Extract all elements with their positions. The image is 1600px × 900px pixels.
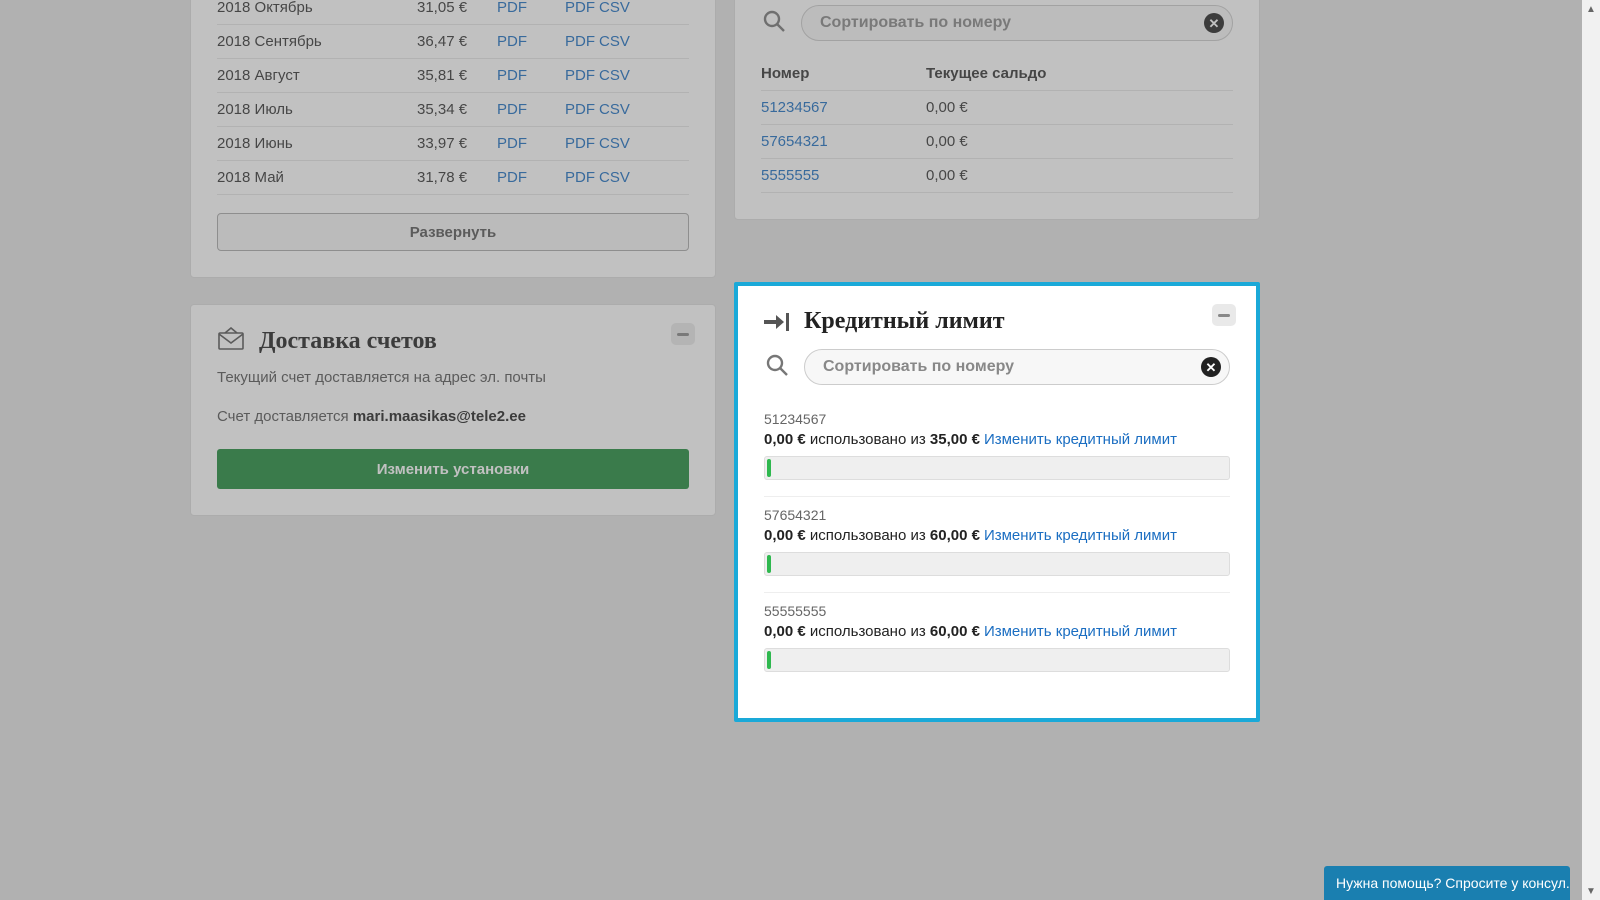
invoice-period: 2018 Август [217, 59, 417, 93]
invoice-csv-link[interactable]: CSV [599, 33, 630, 50]
expand-invoices-button[interactable]: Развернуть [217, 213, 689, 251]
invoice-amount: 33,97 € [417, 127, 497, 161]
delivery-line1: Текущий счет доставляется на адрес эл. п… [217, 369, 689, 386]
invoice-row: 2018 Июль35,34 €PDFPDFCSV [217, 93, 689, 127]
delivery-title: Доставка счетов [259, 328, 437, 355]
credit-limit-item: 51234567 0,00 € использовано из 35,00 €Из… [764, 401, 1230, 497]
invoice-pdf2-link[interactable]: PDF [565, 67, 595, 84]
invoice-csv-link[interactable]: CSV [599, 101, 630, 118]
invoice-csv-link[interactable]: CSV [599, 0, 630, 16]
balance-card: ✕ Номер Текущее сальдо 512345670,00 €576… [734, 0, 1260, 220]
balance-row: 51234567 0,00 € [761, 91, 1233, 125]
balance-col-balance: Текущее сальдо [926, 57, 1233, 91]
scroll-up-icon[interactable]: ▲ [1582, 0, 1600, 18]
invoice-pdf2-link[interactable]: PDF [565, 135, 595, 152]
invoice-pdf2-link[interactable]: PDF [565, 33, 595, 50]
invoice-row: 2018 Октябрь31,05 €PDFPDFCSV [217, 0, 689, 25]
change-credit-link[interactable]: Изменить кредитный лимит [984, 623, 1177, 640]
invoice-period: 2018 Май [217, 161, 417, 195]
invoice-pdf-link[interactable]: PDF [497, 101, 527, 118]
invoices-table: 2018 Октябрь31,05 €PDFPDFCSV2018 Сентябр… [217, 0, 689, 195]
invoice-amount: 31,78 € [417, 161, 497, 195]
balance-value: 0,00 € [926, 125, 1233, 159]
invoice-csv-link[interactable]: CSV [599, 135, 630, 152]
balance-col-number: Номер [761, 57, 926, 91]
balance-search-input[interactable] [820, 14, 1192, 32]
invoice-pdf-link[interactable]: PDF [497, 135, 527, 152]
envelope-icon [217, 327, 245, 355]
credit-number: 55555555 [764, 603, 1230, 619]
balance-table: Номер Текущее сальдо 512345670,00 €57654… [761, 57, 1233, 193]
invoice-pdf-link[interactable]: PDF [497, 0, 527, 16]
credit-limit-item: 57654321 0,00 € использовано из 60,00 €Из… [764, 497, 1230, 593]
change-delivery-button[interactable]: Изменить установки [217, 449, 689, 489]
change-credit-link[interactable]: Изменить кредитный лимит [984, 431, 1177, 448]
credit-number: 51234567 [764, 411, 1230, 427]
invoice-pdf2-link[interactable]: PDF [565, 169, 595, 186]
invoice-csv-link[interactable]: CSV [599, 67, 630, 84]
clear-search-icon[interactable]: ✕ [1201, 357, 1221, 377]
invoices-card: 2018 Октябрь31,05 €PDFPDFCSV2018 Сентябр… [190, 0, 716, 278]
credit-progress [764, 648, 1230, 672]
balance-value: 0,00 € [926, 91, 1233, 125]
invoice-row: 2018 Июнь33,97 €PDFPDFCSV [217, 127, 689, 161]
invoice-period: 2018 Июнь [217, 127, 417, 161]
help-chat-tab[interactable]: Нужна помощь? Спросите у консул... [1324, 866, 1570, 900]
credit-title: Кредитный лимит [804, 308, 1005, 335]
balance-number-link[interactable]: 51234567 [761, 99, 828, 116]
invoice-period: 2018 Сентябрь [217, 25, 417, 59]
invoice-period: 2018 Июль [217, 93, 417, 127]
change-credit-link[interactable]: Изменить кредитный лимит [984, 527, 1177, 544]
balance-number-link[interactable]: 5555555 [761, 167, 819, 184]
credit-progress [764, 456, 1230, 480]
invoice-amount: 35,81 € [417, 59, 497, 93]
delivery-line2-prefix: Счет доставляется [217, 408, 353, 425]
invoice-pdf2-link[interactable]: PDF [565, 0, 595, 16]
invoice-csv-link[interactable]: CSV [599, 169, 630, 186]
credit-progress [764, 552, 1230, 576]
invoice-pdf2-link[interactable]: PDF [565, 101, 595, 118]
balance-number-link[interactable]: 57654321 [761, 133, 828, 150]
scroll-down-icon[interactable]: ▼ [1582, 882, 1600, 900]
credit-usage-line: 0,00 € использовано из 35,00 €Изменить к… [764, 431, 1230, 448]
collapse-icon[interactable] [671, 323, 695, 345]
delivery-email: mari.maasikas@tele2.ee [353, 408, 526, 425]
invoice-row: 2018 Май31,78 €PDFPDFCSV [217, 161, 689, 195]
clear-search-icon[interactable]: ✕ [1204, 13, 1224, 33]
balance-search[interactable]: ✕ [801, 5, 1233, 41]
collapse-icon[interactable] [1212, 304, 1236, 326]
scrollbar[interactable]: ▲ ▼ [1582, 0, 1600, 900]
invoice-pdf-link[interactable]: PDF [497, 67, 527, 84]
invoice-period: 2018 Октябрь [217, 0, 417, 25]
invoice-row: 2018 Сентябрь36,47 €PDFPDFCSV [217, 25, 689, 59]
invoice-amount: 35,34 € [417, 93, 497, 127]
credit-arrow-icon [764, 311, 790, 333]
invoice-amount: 31,05 € [417, 0, 497, 25]
credit-limit-item: 55555555 0,00 € использовано из 60,00 €Из… [764, 593, 1230, 688]
invoice-pdf-link[interactable]: PDF [497, 33, 527, 50]
search-icon [764, 352, 790, 382]
invoice-row: 2018 Август35,81 €PDFPDFCSV [217, 59, 689, 93]
delivery-line2: Счет доставляется mari.maasikas@tele2.ee [217, 408, 689, 425]
invoice-pdf-link[interactable]: PDF [497, 169, 527, 186]
credit-search[interactable]: ✕ [804, 349, 1230, 385]
delivery-card: Доставка счетов Текущий счет доставляетс… [190, 304, 716, 516]
credit-search-input[interactable] [823, 358, 1189, 376]
credit-usage-line: 0,00 € использовано из 60,00 €Изменить к… [764, 527, 1230, 544]
balance-row: 5555555 0,00 € [761, 159, 1233, 193]
credit-limit-card: Кредитный лимит ✕ 51234567 0,00 € использ… [734, 282, 1260, 722]
invoice-amount: 36,47 € [417, 25, 497, 59]
credit-usage-line: 0,00 € использовано из 60,00 €Изменить к… [764, 623, 1230, 640]
balance-row: 57654321 0,00 € [761, 125, 1233, 159]
balance-value: 0,00 € [926, 159, 1233, 193]
credit-number: 57654321 [764, 507, 1230, 523]
search-icon [761, 8, 787, 38]
